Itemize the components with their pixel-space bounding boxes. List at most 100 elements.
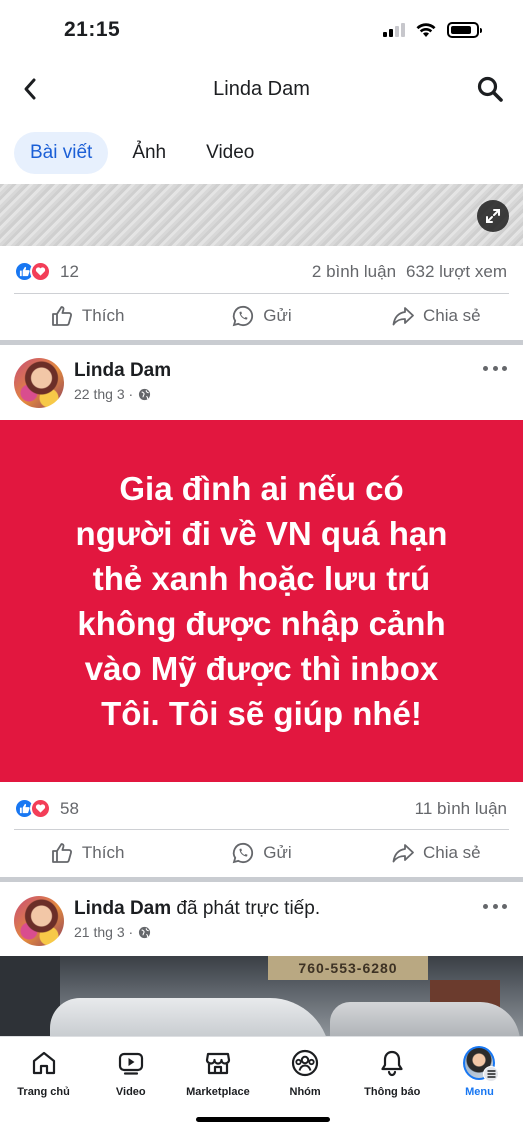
battery-icon	[447, 22, 482, 38]
like-label: Thích	[81, 843, 125, 862]
avatar[interactable]	[14, 896, 64, 946]
share-label: Chia sẻ	[423, 306, 481, 325]
reaction-icons	[14, 261, 51, 282]
groups-icon	[289, 1047, 321, 1079]
marketplace-icon	[202, 1047, 234, 1079]
post-text: Gia đình ai nếu có người đi về VN quá hạ…	[22, 466, 502, 736]
home-indicator	[196, 1117, 330, 1122]
post-image[interactable]	[0, 184, 523, 246]
tab-posts[interactable]: Bài viết	[14, 132, 109, 174]
image-sign: 760-553-6280	[268, 956, 428, 980]
comment-count[interactable]: 11 bình luận	[415, 799, 507, 819]
whatsapp-icon	[232, 305, 254, 327]
post-header: Linda Dam 22 thg 3 ·	[0, 350, 523, 414]
profile-tabs: Bài viết Ảnh Video	[14, 128, 270, 178]
nav-label: Nhóm	[289, 1086, 321, 1098]
post-separator	[0, 877, 523, 882]
post-header: Linda Dam đã phát trực tiếp. 21 thg 3 ·	[0, 888, 523, 952]
wifi-icon	[416, 23, 436, 37]
post-meta: 22 thg 3 ·	[74, 386, 151, 402]
status-bar: 21:15	[0, 0, 523, 62]
nav-groups[interactable]: Nhóm	[262, 1047, 349, 1098]
like-label: Thích	[81, 306, 125, 325]
bottom-navigation: Trang chủ Video Marketplace Nhóm Thông b…	[0, 1036, 523, 1132]
post-meta: 21 thg 3 ·	[74, 924, 151, 940]
expand-icon	[486, 209, 500, 223]
send-button[interactable]: Gửi	[174, 829, 348, 877]
post-text-line: Tôi. Tôi sẽ giúp nhé!	[101, 695, 422, 732]
signal-icon	[383, 23, 405, 37]
send-button[interactable]: Gửi	[174, 292, 348, 340]
bell-icon	[376, 1047, 408, 1079]
comment-count[interactable]: 2 bình luận	[312, 262, 396, 282]
post-text-line: Gia đình ai nếu có	[119, 470, 404, 507]
page-title: Linda Dam	[213, 78, 310, 100]
more-options-button[interactable]	[483, 362, 507, 374]
nav-label: Marketplace	[186, 1086, 250, 1098]
post-separator	[0, 340, 523, 345]
post-date[interactable]: 22 thg 3 ·	[74, 386, 133, 402]
live-video-thumbnail[interactable]: 760-553-6280	[0, 956, 523, 1036]
hamburger-icon	[483, 1066, 500, 1082]
reactions-summary[interactable]: 58 11 bình luận	[0, 787, 523, 831]
reaction-icons	[14, 798, 51, 819]
like-button[interactable]: Thích	[0, 829, 174, 877]
share-button[interactable]: Chia sẻ	[349, 829, 523, 877]
avatar[interactable]	[14, 358, 64, 408]
menu-avatar	[463, 1046, 500, 1082]
globe-icon	[139, 926, 151, 938]
thumbs-up-icon	[51, 306, 72, 326]
nav-menu[interactable]: Menu	[436, 1046, 523, 1098]
share-icon	[392, 307, 414, 326]
love-reaction-icon	[30, 798, 51, 819]
nav-label: Menu	[465, 1086, 494, 1098]
search-button[interactable]	[475, 74, 505, 104]
nav-video[interactable]: Video	[87, 1047, 174, 1098]
image-car	[330, 1002, 520, 1036]
like-button[interactable]: Thích	[0, 292, 174, 340]
post-actions: Thích Gửi Chia sẻ	[0, 829, 523, 877]
send-label: Gửi	[263, 306, 292, 325]
post-text-line: người đi về VN quá hạn	[75, 515, 448, 552]
post-actions: Thích Gửi Chia sẻ	[0, 292, 523, 340]
share-label: Chia sẻ	[423, 843, 481, 862]
reaction-count: 12	[60, 262, 79, 281]
expand-button[interactable]	[477, 200, 509, 232]
home-icon	[28, 1047, 60, 1079]
post-date[interactable]: 21 thg 3 ·	[74, 924, 133, 940]
post-stats: 2 bình luận 632 lượt xem	[312, 262, 507, 282]
post-text-line: không được nhập cảnh	[77, 605, 446, 642]
post-author[interactable]: Linda Dam	[74, 360, 171, 382]
status-icons	[383, 22, 482, 38]
share-icon	[392, 844, 414, 863]
send-label: Gửi	[263, 843, 292, 862]
nav-notifications[interactable]: Thông báo	[349, 1047, 436, 1098]
view-count: 632 lượt xem	[406, 262, 507, 281]
post-stats: 11 bình luận	[415, 799, 507, 819]
post-text-line: thẻ xanh hoặc lưu trú	[92, 560, 431, 597]
image-car	[50, 998, 330, 1036]
status-time: 21:15	[64, 18, 121, 41]
text-post-background[interactable]: Gia đình ai nếu có người đi về VN quá hạ…	[0, 420, 523, 782]
nav-home[interactable]: Trang chủ	[0, 1047, 87, 1098]
post-action-text: đã phát trực tiếp.	[176, 898, 321, 919]
love-reaction-icon	[30, 261, 51, 282]
more-options-button[interactable]	[483, 900, 507, 912]
search-icon	[477, 76, 503, 102]
nav-marketplace[interactable]: Marketplace	[174, 1047, 261, 1098]
share-button[interactable]: Chia sẻ	[349, 292, 523, 340]
post-text-line: vào Mỹ được thì inbox	[84, 650, 439, 687]
nav-label: Trang chủ	[17, 1086, 70, 1098]
tab-photos[interactable]: Ảnh	[116, 132, 182, 174]
nav-label: Thông báo	[364, 1086, 421, 1098]
thumbs-up-icon	[51, 843, 72, 863]
profile-header: Linda Dam	[0, 62, 523, 118]
post-author[interactable]: Linda Dam đã phát trực tiếp.	[74, 898, 320, 920]
nav-label: Video	[115, 1086, 146, 1098]
tab-videos[interactable]: Video	[190, 132, 270, 174]
whatsapp-icon	[232, 842, 254, 864]
globe-icon	[139, 388, 151, 400]
reactions-summary[interactable]: 12 2 bình luận 632 lượt xem	[0, 250, 523, 294]
video-icon	[115, 1047, 147, 1079]
reaction-count: 58	[60, 799, 79, 818]
